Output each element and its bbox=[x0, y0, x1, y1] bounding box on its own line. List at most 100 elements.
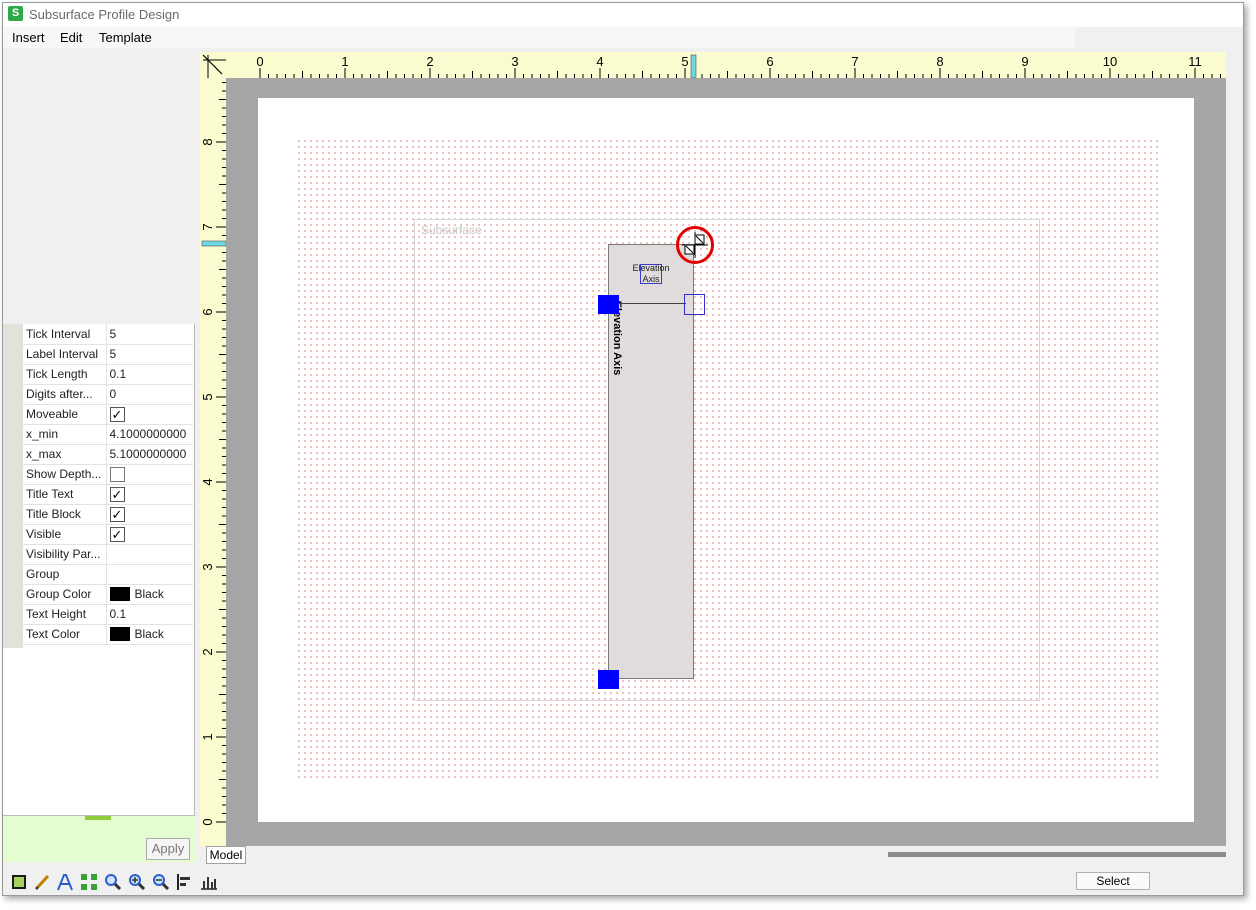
property-row[interactable]: Moveable ✓ bbox=[23, 404, 193, 425]
property-value[interactable]: ✓ bbox=[106, 504, 193, 525]
property-grid-category-strip bbox=[3, 324, 23, 648]
align-left-icon[interactable] bbox=[176, 873, 194, 891]
property-name: x_min bbox=[23, 424, 107, 445]
menu-insert[interactable]: Insert bbox=[12, 30, 45, 45]
chart-icon[interactable] bbox=[200, 873, 218, 891]
property-row[interactable]: Text Color Black bbox=[23, 624, 193, 645]
zoom-extents-icon[interactable] bbox=[80, 873, 98, 891]
property-value[interactable]: Black bbox=[106, 584, 193, 605]
horizontal-cursor-marker bbox=[690, 54, 697, 78]
resize-handle-top-right[interactable] bbox=[684, 294, 705, 315]
ruler-label: 0 bbox=[200, 818, 215, 825]
property-name: Show Depth... bbox=[23, 464, 107, 485]
property-checkbox[interactable]: ✓ bbox=[109, 526, 125, 542]
property-row[interactable]: Group bbox=[23, 564, 193, 585]
property-value[interactable]: 0.1 bbox=[106, 364, 193, 385]
subsurface-frame[interactable] bbox=[414, 219, 1040, 701]
property-row[interactable]: Visible ✓ bbox=[23, 524, 193, 545]
property-value[interactable]: 0.1 bbox=[106, 604, 193, 625]
property-grid: Tick Interval 5 Label Interval 5 Tick Length… bbox=[3, 324, 195, 816]
vertical-ruler: 8 7 6 5 4 3 2 1 0 bbox=[200, 52, 226, 846]
property-row[interactable]: x_max 5.1000000000 bbox=[23, 444, 193, 465]
property-value[interactable]: ✓ bbox=[106, 484, 193, 505]
property-row[interactable]: Label Interval 5 bbox=[23, 344, 193, 365]
property-value[interactable]: ✓ bbox=[106, 404, 193, 425]
zoom-out-icon[interactable] bbox=[152, 873, 170, 891]
property-row[interactable]: Digits after... 0 bbox=[23, 384, 193, 405]
property-row[interactable]: Show Depth... bbox=[23, 464, 193, 485]
ruler-label: 0 bbox=[256, 54, 263, 69]
property-name: Visibility Par... bbox=[23, 544, 107, 565]
ruler-label: 8 bbox=[936, 54, 943, 69]
tab-model[interactable]: Model bbox=[206, 846, 246, 864]
property-name: Group bbox=[23, 564, 107, 585]
property-checkbox[interactable]: ✓ bbox=[109, 486, 125, 502]
ruler-label: 7 bbox=[200, 223, 215, 230]
property-checkbox[interactable]: ✓ bbox=[109, 506, 125, 522]
ruler-label: 1 bbox=[200, 733, 215, 740]
property-value[interactable]: 0 bbox=[106, 384, 193, 405]
property-name: x_max bbox=[23, 444, 107, 465]
ruler-label: 5 bbox=[681, 54, 688, 69]
property-value[interactable]: ✓ bbox=[106, 524, 193, 545]
horizontal-ruler-ticks: 0 1 2 3 4 5 6 7 8 9 10 11 bbox=[256, 54, 1221, 78]
property-row[interactable]: Title Block ✓ bbox=[23, 504, 193, 525]
mode-select-button[interactable]: Select bbox=[1076, 872, 1150, 890]
menu-edit[interactable]: Edit bbox=[60, 30, 82, 45]
property-row[interactable]: Group Color Black bbox=[23, 584, 193, 605]
property-row[interactable]: Visibility Par... bbox=[23, 544, 193, 565]
text-icon[interactable] bbox=[56, 873, 74, 891]
ruler-label: 7 bbox=[851, 54, 858, 69]
highlight-circle bbox=[676, 226, 714, 264]
property-checkbox[interactable]: ✓ bbox=[109, 406, 125, 422]
property-value[interactable]: 4.1000000000 bbox=[106, 424, 193, 445]
resize-handle-top-left[interactable] bbox=[598, 295, 619, 314]
property-name: Title Block bbox=[23, 504, 107, 525]
property-row[interactable]: Tick Length 0.1 bbox=[23, 364, 193, 385]
left-pane-top bbox=[3, 48, 198, 324]
property-row[interactable]: Title Text ✓ bbox=[23, 484, 193, 505]
elevation-axis-top-label-line1: Elevation bbox=[632, 263, 670, 273]
color-name: Black bbox=[134, 586, 164, 601]
ruler-label: 2 bbox=[426, 54, 433, 69]
ruler-origin-icon bbox=[202, 54, 226, 78]
pencil-icon[interactable] bbox=[33, 873, 51, 891]
property-value[interactable]: 5 bbox=[106, 344, 193, 365]
property-name: Moveable bbox=[23, 404, 107, 425]
ruler-label: 5 bbox=[200, 393, 215, 400]
ruler-label: 3 bbox=[200, 563, 215, 570]
ruler-corner bbox=[200, 52, 226, 78]
property-value[interactable] bbox=[106, 544, 193, 565]
color-name: Black bbox=[134, 626, 164, 641]
zoom-icon[interactable] bbox=[104, 873, 122, 891]
property-row[interactable]: Tick Interval 5 bbox=[23, 324, 193, 345]
property-value[interactable] bbox=[106, 564, 193, 585]
property-value[interactable]: 5.1000000000 bbox=[106, 444, 193, 465]
property-name: Text Color bbox=[23, 624, 107, 645]
axis-tick-line bbox=[618, 303, 686, 304]
vertical-cursor-marker bbox=[201, 240, 226, 247]
splitter-grip[interactable] bbox=[85, 816, 111, 820]
horizontal-scrollbar[interactable] bbox=[888, 852, 1226, 857]
property-value[interactable]: 5 bbox=[106, 324, 193, 345]
ruler-label: 10 bbox=[1103, 54, 1117, 69]
color-swatch bbox=[109, 587, 130, 602]
resize-handle-bottom-left[interactable] bbox=[598, 670, 619, 689]
ruler-label: 1 bbox=[341, 54, 348, 69]
menu-template[interactable]: Template bbox=[99, 30, 152, 45]
property-checkbox[interactable] bbox=[109, 466, 125, 482]
apply-area: Apply bbox=[3, 816, 195, 862]
apply-button[interactable]: Apply bbox=[146, 838, 190, 860]
property-value[interactable]: Black bbox=[106, 624, 193, 645]
select-rect-icon[interactable] bbox=[10, 873, 28, 891]
zoom-in-icon[interactable] bbox=[128, 873, 146, 891]
property-row[interactable]: x_min 4.1000000000 bbox=[23, 424, 193, 445]
ruler-label: 4 bbox=[200, 478, 215, 485]
ruler-label: 6 bbox=[766, 54, 773, 69]
app-logo-icon: S bbox=[8, 6, 23, 21]
property-row[interactable]: Text Height 0.1 bbox=[23, 604, 193, 625]
vertical-ruler-ticks: 8 7 6 5 4 3 2 1 0 bbox=[200, 82, 226, 826]
property-value[interactable] bbox=[106, 464, 193, 485]
ruler-label: 4 bbox=[596, 54, 603, 69]
horizontal-ruler: 0 1 2 3 4 5 6 7 8 9 10 11 bbox=[200, 52, 1226, 78]
